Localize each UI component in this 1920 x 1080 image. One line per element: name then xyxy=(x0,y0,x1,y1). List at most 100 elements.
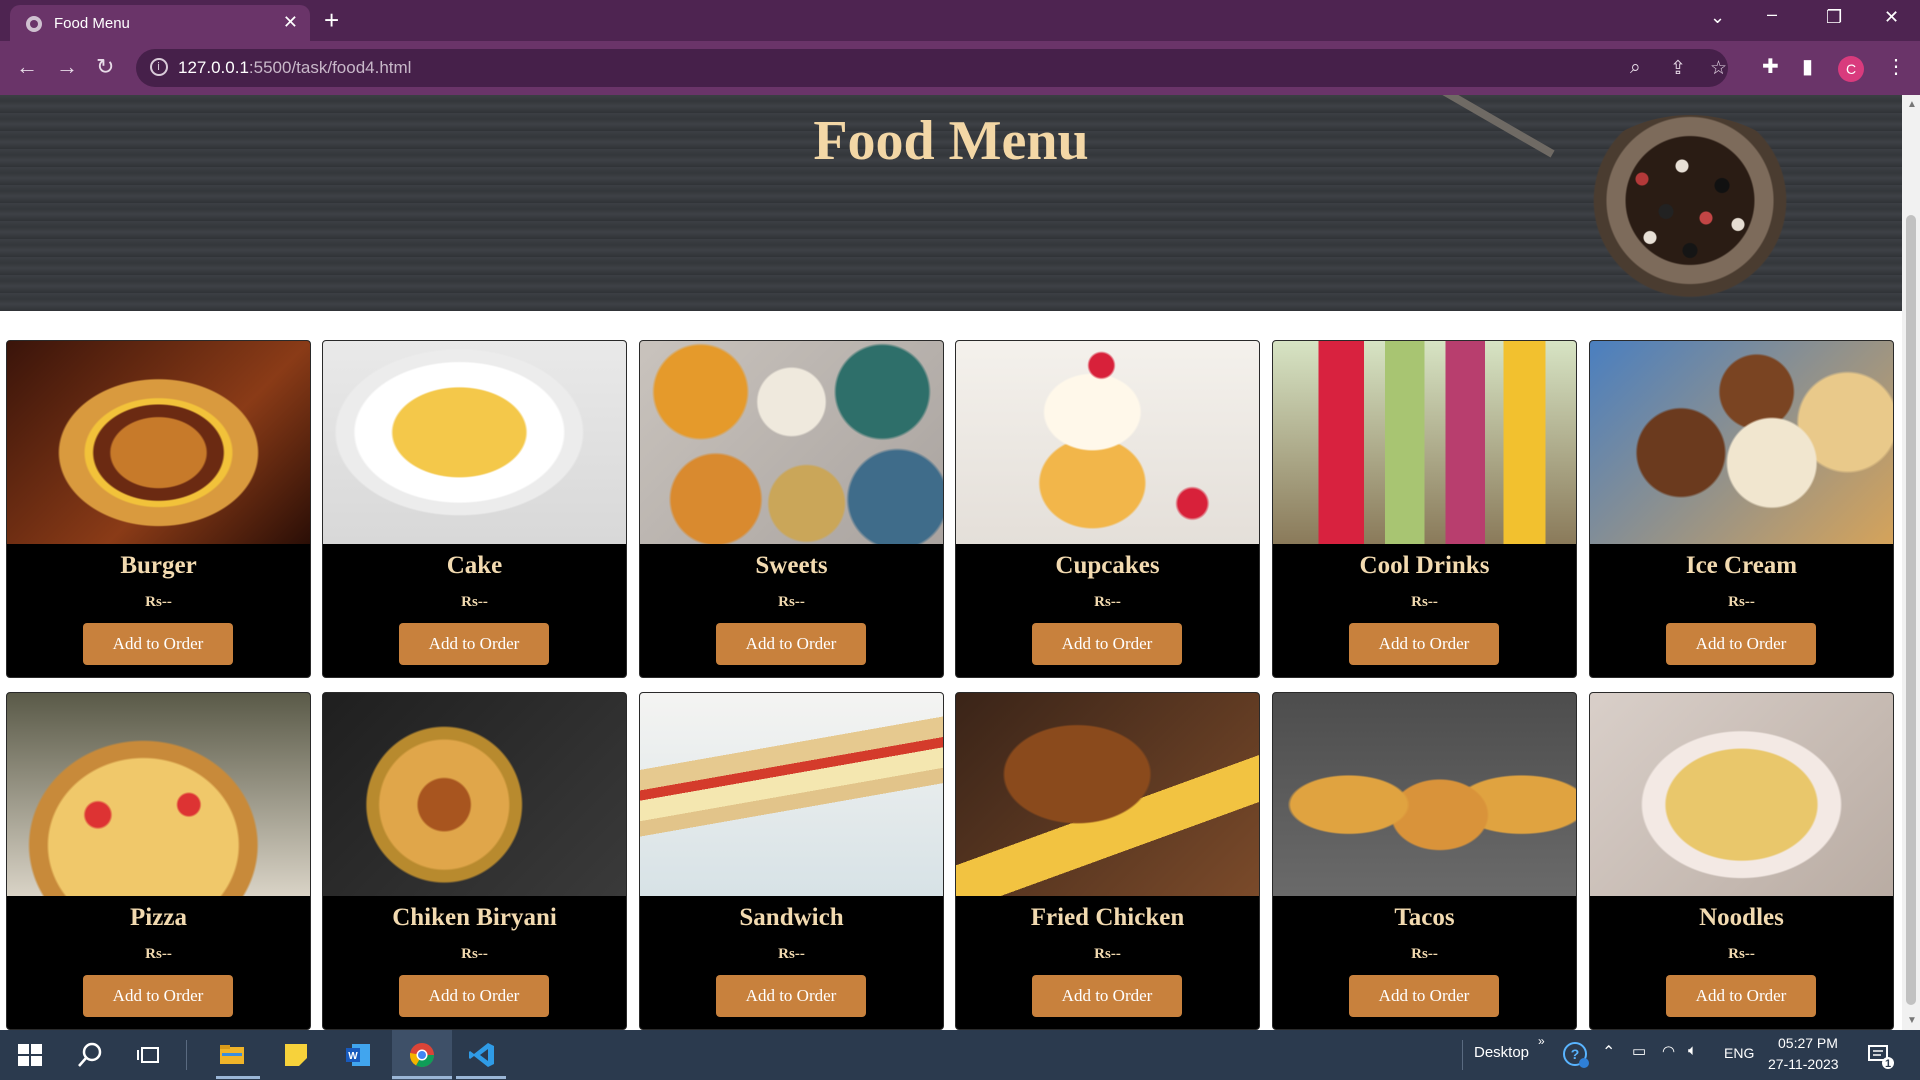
new-tab-button[interactable]: + xyxy=(324,5,339,36)
search-icon[interactable] xyxy=(76,1041,104,1069)
item-price: Rs-- xyxy=(1094,594,1121,610)
add-to-order-button[interactable]: Add to Order xyxy=(83,975,233,1017)
menu-kebab-icon[interactable]: ⋮ xyxy=(1886,54,1906,79)
add-to-order-button[interactable]: Add to Order xyxy=(716,975,866,1017)
item-name: Sandwich xyxy=(739,904,844,931)
pizza-image xyxy=(7,693,310,896)
add-to-order-button[interactable]: Add to Order xyxy=(1666,975,1816,1017)
clock-time[interactable]: 05:27 PM xyxy=(1778,1035,1838,1051)
share-icon[interactable]: ⇪ xyxy=(1670,57,1686,80)
item-name: Tacos xyxy=(1394,904,1455,931)
burger-image xyxy=(7,341,310,544)
item-price: Rs-- xyxy=(1728,594,1755,610)
hero-banner: Food Menu xyxy=(0,95,1902,311)
tab-close-icon[interactable]: ✕ xyxy=(283,12,298,33)
page-viewport: Food Menu Burger Rs-- Add to Order Cake … xyxy=(0,95,1902,1030)
url-text[interactable]: 127.0.0.1:5500/task/food4.html xyxy=(178,58,411,78)
item-name: Cupcakes xyxy=(1055,552,1160,579)
item-name: Pizza xyxy=(130,904,187,931)
tray-overflow-icon[interactable]: ⌃ xyxy=(1602,1042,1615,1062)
item-price: Rs-- xyxy=(1411,946,1438,962)
address-bar[interactable]: 127.0.0.1:5500/task/food4.html ⌕ ⇪ ☆ xyxy=(136,49,1728,87)
page-title: Food Menu xyxy=(813,110,1089,172)
battery-icon[interactable]: ▭ xyxy=(1632,1042,1646,1060)
desktop-toolbar-label[interactable]: Desktop xyxy=(1474,1044,1529,1061)
add-to-order-button[interactable]: Add to Order xyxy=(1032,623,1182,665)
item-name: Fried Chicken xyxy=(1030,904,1185,931)
cake-image xyxy=(323,341,626,544)
reload-icon[interactable]: ↻ xyxy=(96,54,114,80)
volume-icon[interactable]: 🔈︎ xyxy=(1688,1042,1697,1059)
item-price: Rs-- xyxy=(1094,946,1121,962)
add-to-order-button[interactable]: Add to Order xyxy=(1349,623,1499,665)
forward-arrow-icon[interactable]: → xyxy=(56,54,78,80)
side-panel-icon[interactable]: ▮ xyxy=(1802,54,1813,79)
svg-text:W: W xyxy=(348,1051,358,1062)
vscode-active-indicator xyxy=(456,1076,506,1079)
item-price: Rs-- xyxy=(461,946,488,962)
item-name: Noodles xyxy=(1699,904,1784,931)
minimize-button[interactable]: – xyxy=(1767,4,1777,25)
item-price: Rs-- xyxy=(1728,946,1755,962)
scroll-down-icon[interactable]: ▼ xyxy=(1907,1015,1917,1026)
clock-date[interactable]: 27-11-2023 xyxy=(1768,1056,1839,1072)
tab-title: Food Menu xyxy=(54,15,130,32)
sticky-notes-icon[interactable] xyxy=(282,1041,310,1069)
restore-button[interactable]: ❐ xyxy=(1826,7,1842,28)
scrollbar-thumb[interactable] xyxy=(1906,215,1916,1005)
tab-search-chevron-icon[interactable]: ⌄ xyxy=(1710,7,1725,28)
file-explorer-icon[interactable] xyxy=(218,1041,246,1069)
page-scrollbar[interactable]: ▲ ▼ xyxy=(1902,95,1920,1030)
item-name: Sweets xyxy=(755,552,828,579)
friedchicken-image xyxy=(956,693,1259,896)
site-info-icon[interactable] xyxy=(150,58,168,76)
menu-card-chiken-biryani: Chiken Biryani Rs-- Add to Order xyxy=(322,692,627,1030)
explorer-active-indicator xyxy=(216,1076,260,1079)
address-toolbar: ← → ↻ 127.0.0.1:5500/task/food4.html ⌕ ⇪… xyxy=(0,41,1920,95)
icecream-image xyxy=(1590,341,1893,544)
word-icon[interactable]: W xyxy=(344,1041,372,1069)
extensions-puzzle-icon[interactable]: ✚ xyxy=(1762,54,1779,79)
item-price: Rs-- xyxy=(145,594,172,610)
scroll-up-icon[interactable]: ▲ xyxy=(1907,99,1917,110)
cupcake-image xyxy=(956,341,1259,544)
noodles-image xyxy=(1590,693,1893,896)
notification-count: 1 xyxy=(1885,1058,1892,1070)
tacos-image xyxy=(1273,693,1576,896)
browser-tab[interactable]: Food Menu ✕ xyxy=(10,5,310,41)
add-to-order-button[interactable]: Add to Order xyxy=(1032,975,1182,1017)
svg-text:?: ? xyxy=(1571,1046,1580,1062)
menu-card-pizza: Pizza Rs-- Add to Order xyxy=(6,692,311,1030)
add-to-order-button[interactable]: Add to Order xyxy=(716,623,866,665)
menu-card-ice-cream: Ice Cream Rs-- Add to Order xyxy=(1589,340,1894,678)
menu-card-burger: Burger Rs-- Add to Order xyxy=(6,340,311,678)
language-indicator[interactable]: ENG xyxy=(1724,1045,1754,1061)
menu-card-cake: Cake Rs-- Add to Order xyxy=(322,340,627,678)
add-to-order-button[interactable]: Add to Order xyxy=(399,975,549,1017)
back-arrow-icon[interactable]: ← xyxy=(16,54,38,80)
chrome-icon[interactable] xyxy=(408,1041,436,1069)
item-price: Rs-- xyxy=(1411,594,1438,610)
add-to-order-button[interactable]: Add to Order xyxy=(1349,975,1499,1017)
task-view-icon[interactable] xyxy=(136,1041,164,1069)
bookmark-star-icon[interactable]: ☆ xyxy=(1710,57,1727,80)
toolbar-chevron-icon[interactable]: » xyxy=(1538,1034,1545,1048)
item-name: Ice Cream xyxy=(1685,552,1798,579)
zoom-icon[interactable]: ⌕ xyxy=(1630,57,1641,79)
biryani-image xyxy=(323,693,626,896)
windows-start-icon[interactable] xyxy=(16,1041,44,1069)
item-name: Burger xyxy=(120,552,197,579)
menu-card-sandwich: Sandwich Rs-- Add to Order xyxy=(639,692,944,1030)
vscode-icon[interactable] xyxy=(468,1041,496,1069)
menu-card-fried-chicken: Fried Chicken Rs-- Add to Order xyxy=(955,692,1260,1030)
taskbar-divider xyxy=(186,1040,187,1070)
item-name: Chiken Biryani xyxy=(392,904,557,931)
profile-avatar[interactable]: C xyxy=(1838,56,1864,82)
close-window-button[interactable]: ✕ xyxy=(1884,7,1899,28)
add-to-order-button[interactable]: Add to Order xyxy=(399,623,549,665)
wifi-icon[interactable]: ◠ xyxy=(1662,1042,1675,1060)
add-to-order-button[interactable]: Add to Order xyxy=(1666,623,1816,665)
item-price: Rs-- xyxy=(778,946,805,962)
add-to-order-button[interactable]: Add to Order xyxy=(83,623,233,665)
help-icon[interactable]: ? xyxy=(1562,1041,1590,1069)
